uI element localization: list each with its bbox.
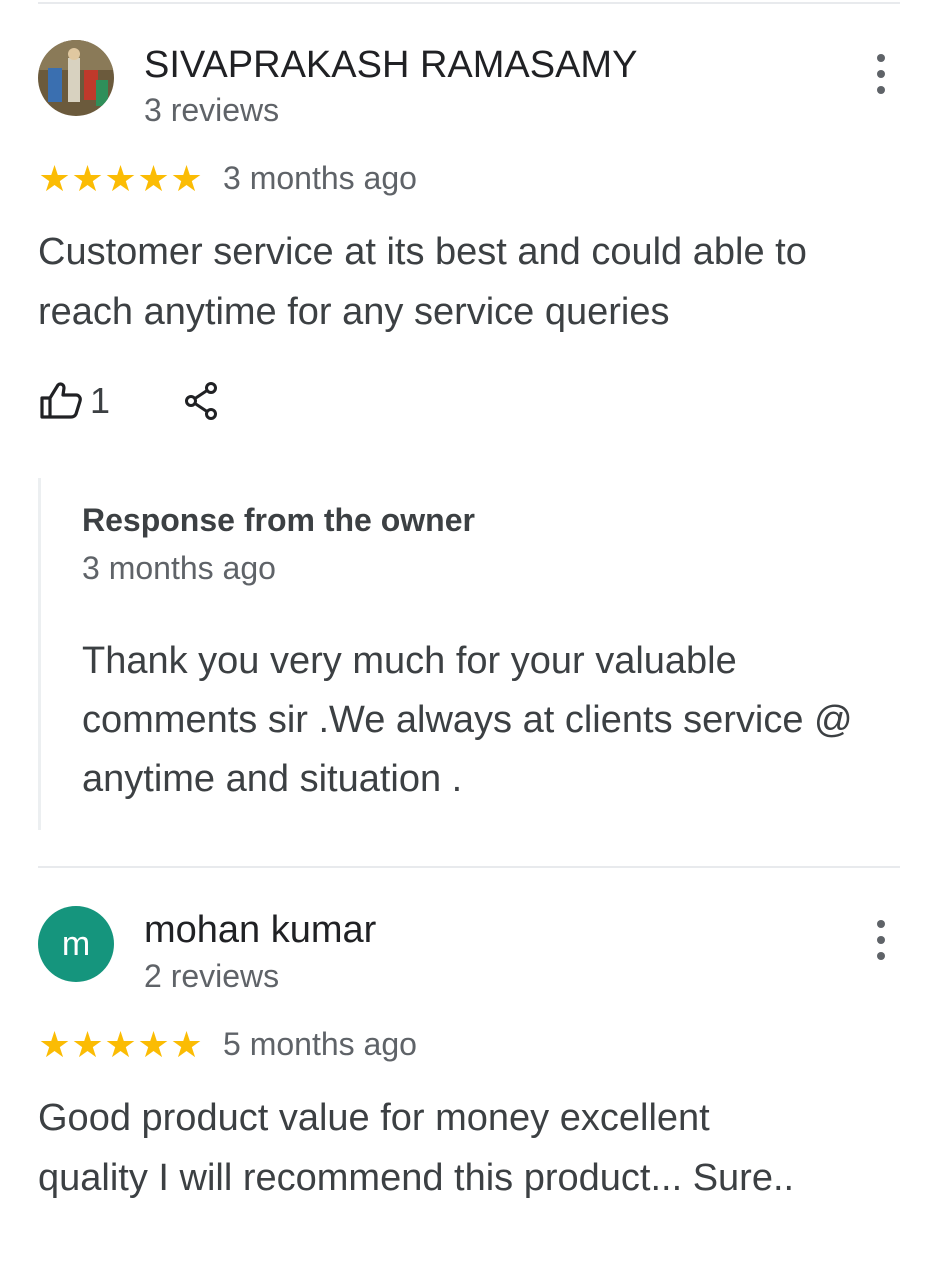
reviewer-name[interactable]: SIVAPRAKASH RAMASAMY	[144, 44, 637, 87]
owner-response-title: Response from the owner	[82, 502, 475, 538]
star-icon: ★	[38, 1023, 71, 1065]
divider-top	[38, 2, 900, 4]
rating-row: ★ ★ ★ ★ ★ 3 months ago	[38, 160, 417, 197]
review-count: 3 reviews	[144, 92, 280, 128]
rating-row: ★ ★ ★ ★ ★ 5 months ago	[38, 1026, 417, 1063]
star-icon: ★	[104, 1023, 137, 1065]
review-time: 5 months ago	[223, 1026, 417, 1062]
star-icon: ★	[170, 157, 203, 199]
more-vert-icon	[877, 54, 885, 62]
review-actions: 1	[38, 380, 220, 422]
star-icon: ★	[137, 157, 170, 199]
review-text: Good product value for money excellent q…	[38, 1097, 795, 1199]
star-icon: ★	[137, 1023, 170, 1065]
star-icon: ★	[104, 157, 137, 199]
share-icon	[185, 382, 218, 420]
thumbs-up-icon	[40, 382, 82, 419]
review-count: 2 reviews	[144, 958, 280, 994]
reviewer-name[interactable]: mohan kumar	[144, 909, 376, 952]
review-time: 3 months ago	[223, 160, 417, 196]
star-icon: ★	[38, 157, 71, 199]
owner-response-time: 3 months ago	[82, 550, 276, 586]
divider	[38, 866, 900, 868]
star-icon: ★	[170, 1023, 203, 1065]
avatar[interactable]	[38, 40, 114, 116]
share-button[interactable]	[184, 381, 220, 421]
like-button[interactable]: 1	[38, 380, 110, 422]
more-vert-icon	[877, 920, 885, 928]
avatar[interactable]: m	[38, 906, 114, 982]
star-rating: ★ ★ ★ ★ ★	[38, 1023, 203, 1065]
owner-response-text: Thank you very much for your valuable co…	[82, 640, 853, 800]
like-count: 1	[90, 380, 111, 421]
star-rating: ★ ★ ★ ★ ★	[38, 157, 203, 199]
star-icon: ★	[71, 1023, 104, 1065]
review-text: Customer service at its best and could a…	[38, 231, 807, 333]
more-options-button[interactable]	[870, 920, 892, 960]
more-options-button[interactable]	[870, 54, 892, 94]
star-icon: ★	[71, 157, 104, 199]
avatar-photo	[38, 40, 114, 116]
